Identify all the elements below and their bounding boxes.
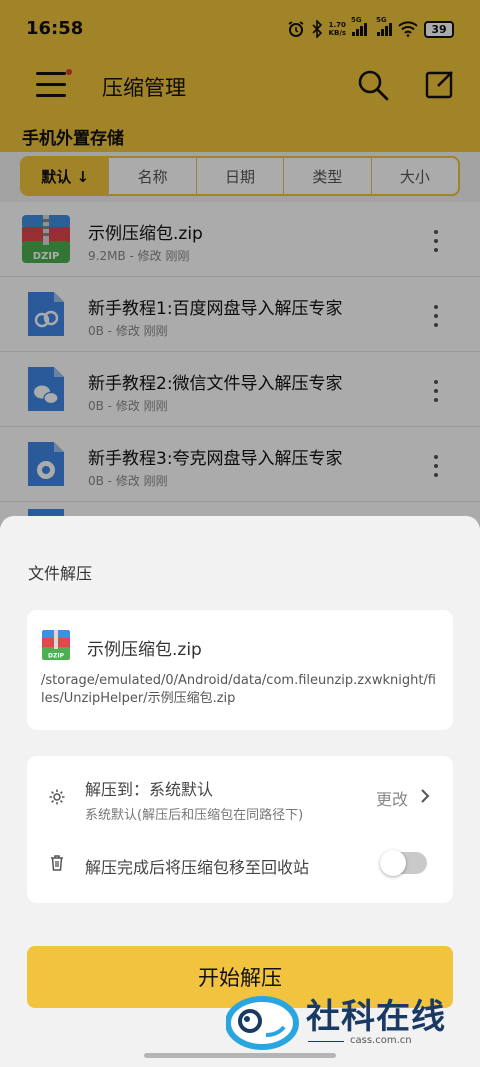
extract-to-label: 解压到：系统默认 [85,780,214,799]
gear-icon [48,788,66,806]
chevron-right-icon [420,788,430,808]
extract-to-sub: 系统默认(解压后和压缩包在同路径下) [85,808,304,823]
watermark-url: cass.com.cn [350,1035,412,1046]
change-label: 更改 [376,790,409,809]
recycle-label: 解压完成后将压缩包移至回收站 [85,858,310,877]
watermark-line [308,1041,344,1042]
sheet-file-path: /storage/emulated/0/Android/data/com.fil… [41,673,436,706]
recycle-toggle[interactable] [380,850,427,876]
watermark-text: 社科在线 [306,997,446,1037]
watermark-logo-icon [225,991,300,1053]
extract-options-card: 解压到：系统默认 系统默认(解压后和压缩包在同路径下) 更改 解压完成后将压缩包… [27,756,453,903]
sheet-file-name: 示例压缩包.zip [87,640,202,660]
trash-icon [48,854,66,872]
watermark: 社科在线 cass.com.cn [225,985,476,1063]
zip-file-icon: DZIP [42,630,70,660]
change-button[interactable]: 更改 [376,786,430,810]
sheet-title: 文件解压 [28,564,93,583]
file-info-card: DZIP 示例压缩包.zip /storage/emulated/0/Andro… [27,610,453,730]
toggle-knob [380,850,406,876]
svg-text:DZIP: DZIP [48,653,65,660]
